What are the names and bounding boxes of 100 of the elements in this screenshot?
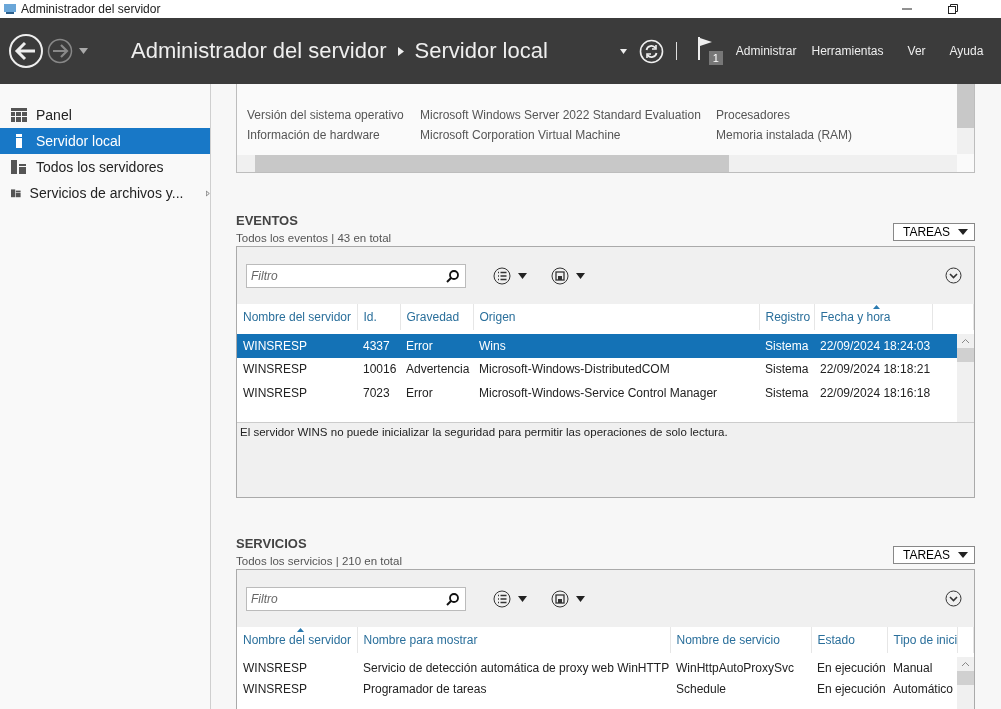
vertical-scrollbar[interactable] — [957, 334, 974, 422]
property-label: Memoria instalada (RAM) — [716, 128, 853, 144]
property-label: Versión del sistema operativo — [247, 108, 405, 124]
scroll-thumb[interactable] — [957, 348, 974, 362]
table-cell: 10016 — [363, 362, 397, 377]
tasks-button[interactable]: TAREAS — [893, 546, 975, 564]
table-cell: 22/09/2024 18:24:03 — [820, 338, 931, 353]
tasks-button[interactable]: TAREAS — [893, 223, 975, 241]
table-cell: Error — [406, 385, 433, 400]
notifications-flag[interactable]: 1 — [696, 36, 727, 66]
table-cell: 7023 — [363, 385, 390, 400]
list-options-button[interactable] — [493, 266, 529, 285]
table-cell: WinHttpAutoProxySvc — [676, 660, 795, 675]
table-cell: Schedule — [676, 681, 727, 696]
sidebar-icon — [11, 160, 27, 174]
table-cell: WINSRESP — [243, 338, 307, 353]
table-cell: En ejecución — [817, 660, 886, 675]
column-header[interactable]: Nombre del servidor — [237, 627, 357, 653]
vertical-scrollbar[interactable] — [957, 657, 974, 709]
table-row[interactable]: WINSRESP Programador de tareas Schedule En ejecución Automático — [237, 678, 957, 699]
table-cell: WINSRESP — [243, 385, 307, 400]
table-cell: Microsoft-Windows-DistributedCOM — [479, 362, 670, 377]
table-cell: Automático — [893, 681, 954, 696]
property-value[interactable]: Microsoft Windows Server 2022 Standard Evaluation — [420, 108, 716, 128]
scroll-up-icon[interactable] — [961, 338, 970, 344]
table-cell: Wins — [479, 338, 506, 353]
column-header[interactable]: Registro — [759, 304, 814, 330]
property-label: Procesadores — [716, 108, 791, 124]
table-cell: Advertencia — [406, 362, 470, 377]
column-header[interactable]: Tipo de inici — [887, 627, 957, 653]
property-value[interactable]: Microsoft Corporation Virtual Machine — [420, 128, 716, 148]
forward-icon[interactable] — [47, 38, 73, 64]
column-header[interactable]: Estado — [811, 627, 887, 653]
table-row[interactable]: WINSRESP Servicio de detección automática de proxy web WinHTTP WinHttpAutoProxySvc En ejecución Manual — [237, 657, 957, 678]
filter-field[interactable]: Filtro — [246, 586, 466, 611]
table-cell: Programador de tareas — [363, 681, 487, 696]
search-icon[interactable] — [446, 269, 459, 283]
save-query-button[interactable] — [551, 589, 587, 608]
table-cell: Microsoft-Windows-Service Control Manager — [479, 385, 718, 400]
column-header[interactable]: Origen — [473, 304, 759, 330]
table-cell: WINSRESP — [243, 660, 307, 675]
property-label: Información de hardware — [247, 128, 381, 144]
column-header[interactable]: Id. — [357, 304, 400, 330]
column-header[interactable]: Nombre para mostrar — [357, 627, 670, 653]
window-title: Administrador del servidor — [21, 2, 161, 16]
sidebar-item[interactable]: Servicios de archivos y... — [0, 180, 210, 206]
expand-icon[interactable] — [206, 188, 210, 198]
table-cell: WINSRESP — [243, 681, 307, 696]
horizontal-scrollbar[interactable] — [237, 155, 957, 172]
table-cell: 22/09/2024 18:18:21 — [820, 362, 931, 377]
caret-icon — [958, 229, 968, 235]
section-title: EVENTOS — [236, 213, 299, 228]
scroll-up-icon[interactable] — [961, 661, 970, 667]
sidebar-icon — [11, 186, 21, 200]
caret-icon — [958, 552, 968, 558]
sidebar-item[interactable]: Panel — [0, 102, 210, 128]
menu-item[interactable]: Ver — [907, 44, 926, 58]
event-description: El servidor WINS no puede inicializar la seguridad para permitir las operaciones de solo lectura. — [240, 426, 728, 438]
table-cell: 22/09/2024 18:16:18 — [820, 385, 931, 400]
scroll-thumb[interactable] — [957, 671, 974, 685]
table-cell: Manual — [893, 660, 933, 675]
section-title: SERVICIOS — [236, 536, 308, 551]
caret-icon[interactable] — [79, 48, 88, 54]
table-row[interactable]: WINSRESP 10016 Advertencia Microsoft-Windows-DistributedCOM Sistema 22/09/2024 18:18:21 — [237, 357, 957, 381]
vertical-scrollbar[interactable] — [957, 84, 974, 154]
table-row[interactable]: WINSRESP 4337 Error Wins Sistema 22/09/2024 18:24:03 — [237, 334, 957, 358]
filter-field[interactable]: Filtro — [246, 263, 466, 288]
table-cell: Error — [406, 338, 433, 353]
menu-item[interactable]: Ayuda — [949, 44, 984, 58]
table-cell: Servicio de detección automática de proxy web WinHTTP — [363, 660, 670, 675]
table-cell: Sistema — [765, 385, 809, 400]
breadcrumb-item[interactable]: Servidor local — [414, 38, 548, 64]
breadcrumb-item[interactable]: Administrador del servidor — [131, 38, 387, 64]
chevron-icon — [397, 46, 404, 56]
section-summary: Todos los servicios | 210 en total — [236, 555, 402, 567]
sidebar-item[interactable]: Todos los servidores — [0, 154, 210, 180]
table-cell: WINSRESP — [243, 362, 307, 377]
sidebar-item[interactable]: Servidor local — [0, 128, 210, 154]
search-icon[interactable] — [446, 592, 459, 606]
menu-item[interactable]: Administrar — [735, 44, 797, 58]
caret-icon[interactable] — [619, 48, 627, 54]
refresh-icon[interactable] — [638, 38, 664, 64]
table-cell: 4337 — [363, 338, 390, 353]
app-icon — [3, 3, 17, 15]
menu-item[interactable]: Herramientas — [811, 44, 884, 58]
column-header[interactable]: Nombre de servicio — [670, 627, 811, 653]
save-query-button[interactable] — [551, 266, 587, 285]
back-icon[interactable] — [8, 33, 44, 69]
restore-icon[interactable] — [947, 3, 959, 15]
collapse-icon[interactable] — [945, 590, 962, 607]
collapse-icon[interactable] — [945, 267, 962, 284]
table-row[interactable]: WINSRESP 7023 Error Microsoft-Windows-Service Control Manager Sistema 22/09/2024 18:16:18 — [237, 381, 957, 405]
sidebar-icon — [11, 108, 27, 122]
column-header[interactable]: Gravedad — [400, 304, 473, 330]
list-options-button[interactable] — [493, 589, 529, 608]
table-cell: Sistema — [765, 338, 809, 353]
table-cell: Sistema — [765, 362, 809, 377]
column-header[interactable]: Fecha y hora — [814, 304, 932, 330]
section-summary: Todos los eventos | 43 en total — [236, 232, 392, 244]
column-header[interactable]: Nombre del servidor — [237, 304, 357, 330]
